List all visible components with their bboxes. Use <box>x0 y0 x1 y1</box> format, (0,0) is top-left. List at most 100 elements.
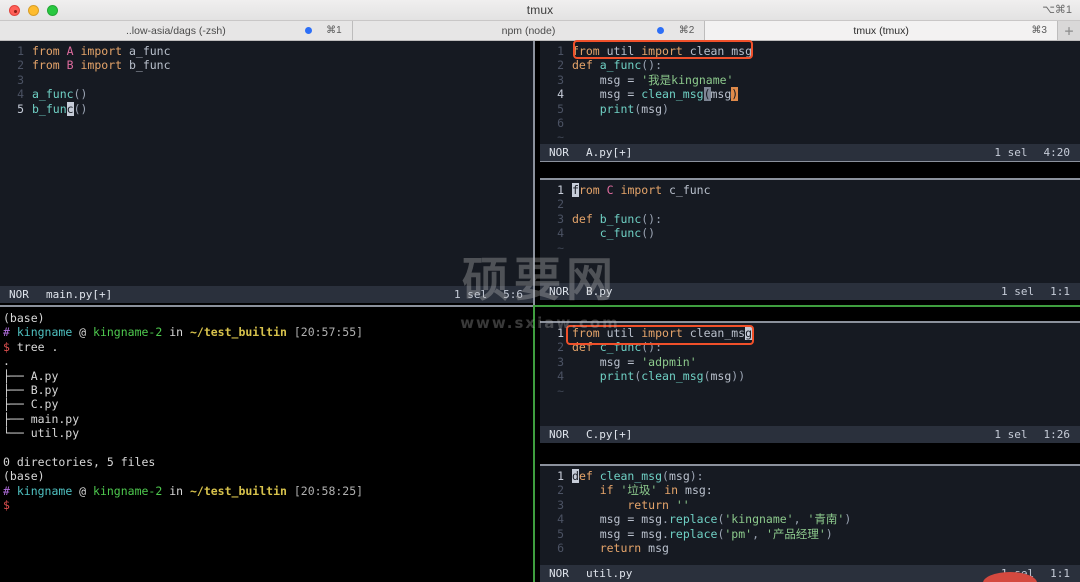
line-number: 2 <box>17 58 24 73</box>
terminal-token: └── util.py <box>3 426 80 441</box>
pane-divider-c-util[interactable] <box>540 464 1080 466</box>
code-line: 1 from util import clean_msg <box>540 326 1080 340</box>
code-line: 1 from util import clean_msg <box>540 44 1080 58</box>
code-token: ): <box>689 469 704 483</box>
pane-divider-horizontal-left[interactable] <box>0 305 534 307</box>
terminal-line: ├── main.py <box>3 412 533 426</box>
code-token: msg <box>648 541 669 556</box>
tab-bar: ..low-asia/dags (-zsh) ⌘1 npm (node) ⌘2 tmux… <box>0 21 1080 41</box>
editor-c-py[interactable]: 1 from util import clean_msg 2 def c_func()… <box>540 323 1080 398</box>
pane-divider-b-c[interactable] <box>540 321 1080 323</box>
pane-a-py[interactable]: 1 from util import clean_msg 2 def a_func()… <box>540 41 1080 161</box>
statusline-b-py: NOR B.py 1 sel 1:1 <box>540 283 1080 300</box>
file-name: B.py <box>586 285 613 298</box>
line-number: 2 <box>557 58 564 73</box>
code-line: 4 msg = msg.replace('kingname', '青南') <box>540 512 1080 526</box>
editor-b-py[interactable]: 1 from C import c_func 2 3 def b_func(): 4 c… <box>540 180 1080 255</box>
code-token: msg <box>641 101 663 116</box>
code-token: msg <box>668 469 690 483</box>
pane-main-py[interactable]: 1 from A import a_func 2 from B import b_fu… <box>0 41 533 303</box>
code-token: ) <box>731 87 739 102</box>
code-token: ( <box>703 87 711 102</box>
selection-count: 1 sel <box>1001 285 1035 298</box>
code-token: c_func <box>572 226 642 241</box>
code-token: import <box>641 326 683 340</box>
line-number: 6 <box>557 116 564 131</box>
code-token: = <box>627 87 642 102</box>
line-number: 1 <box>557 469 564 483</box>
code-token: = <box>627 526 642 541</box>
code-line: ~ <box>540 130 1080 144</box>
code-token: (): <box>641 58 663 73</box>
tab-1[interactable]: ..low-asia/dags (-zsh) ⌘1 <box>0 21 353 40</box>
line-number: ~ <box>557 383 564 398</box>
pane-util-py[interactable]: 1 def clean_msg(msg): 2 if '垃圾' in msg: 3 r… <box>540 466 1080 582</box>
terminal-token: (base) <box>3 469 45 484</box>
code-token: '垃圾' <box>620 483 665 498</box>
file-name: main.py[+] <box>46 288 113 301</box>
code-token: . <box>662 512 669 527</box>
pane-divider-ab-gap[interactable] <box>540 178 1080 180</box>
code-line: 4 msg = clean_msg(msg) <box>540 87 1080 102</box>
code-token: clean_msg <box>641 87 704 102</box>
code-token: = <box>627 354 642 369</box>
pane-divider-active-horizontal[interactable] <box>534 305 1080 307</box>
terminal-line: # kingname @ kingname-2 in ~/test_builti… <box>3 484 533 498</box>
line-number: 4 <box>557 226 564 241</box>
code-line: 6 return msg <box>540 541 1080 555</box>
editor-a-py[interactable]: 1 from util import clean_msg 2 def a_func()… <box>540 41 1080 145</box>
code-token: msg <box>572 72 628 87</box>
pane-terminal[interactable]: (base) # kingname @ kingname-2 in ~/test_… <box>0 307 533 582</box>
code-line: 2 def c_func(): <box>540 340 1080 354</box>
terminal-token: kingname <box>16 483 73 498</box>
pane-divider-vertical-top[interactable] <box>533 41 535 305</box>
line-number: 4 <box>557 87 564 102</box>
code-token: a_func <box>599 58 642 73</box>
vim-mode: NOR <box>549 428 569 441</box>
tab-3[interactable]: tmux (tmux) ⌘3 <box>705 21 1058 40</box>
terminal-line: $ tree . <box>3 340 533 354</box>
line-number: 6 <box>557 541 564 556</box>
code-token: () <box>73 101 88 116</box>
pane-container: 1 from A import a_func 2 from B import b_fu… <box>0 40 1080 582</box>
terminal-token: in <box>162 325 190 340</box>
code-token: a_func <box>122 44 171 58</box>
pane-divider-active-vertical[interactable] <box>533 305 535 582</box>
terminal-token: kingname-2 <box>93 483 163 498</box>
window-titlebar: tmux ⌥⌘1 <box>0 0 1080 21</box>
new-tab-button[interactable]: + <box>1057 21 1080 40</box>
code-token: replace <box>668 512 718 527</box>
code-line: 2 <box>540 197 1080 211</box>
code-token: import <box>641 44 683 58</box>
editor-util-py[interactable]: 1 def clean_msg(msg): 2 if '垃圾' in msg: 3 r… <box>540 466 1080 555</box>
editor-main-py[interactable]: 1 from A import a_func 2 from B import b_fu… <box>0 41 533 116</box>
terminal-token: ├── A.py <box>3 368 59 383</box>
tab-2[interactable]: npm (node) ⌘2 <box>352 21 706 40</box>
code-token: b_fun <box>32 101 67 116</box>
line-number: ~ <box>557 130 564 145</box>
pane-divider-a-b[interactable] <box>540 161 1080 162</box>
pane-b-py[interactable]: 1 from C import c_func 2 3 def b_func(): 4 c… <box>540 180 1080 300</box>
code-line: 3 msg = 'adpmin' <box>540 355 1080 369</box>
cursor-position: 4:20 <box>1043 146 1071 159</box>
code-token: ) <box>844 512 852 527</box>
line-number: 3 <box>557 72 564 87</box>
tmux-window: tmux ⌥⌘1 ..low-asia/dags (-zsh) ⌘1 npm (no… <box>0 0 1080 582</box>
code-token: 'kingname' <box>724 512 794 527</box>
code-line: 1 from A import a_func <box>0 44 533 58</box>
pane-c-py[interactable]: 1 from util import clean_msg 2 def c_func()… <box>540 323 1080 443</box>
code-line: 3 msg = '我是kingname' <box>540 73 1080 87</box>
line-number: 3 <box>557 211 564 226</box>
code-token: ( <box>703 369 711 384</box>
code-token: ) <box>825 526 833 541</box>
code-token: msg <box>572 526 628 541</box>
code-token: from <box>572 326 607 340</box>
code-token: . <box>662 526 669 541</box>
terminal-token: (base) <box>3 311 45 325</box>
code-token: ( <box>662 469 669 483</box>
code-line: ~ <box>540 384 1080 398</box>
code-token: = <box>627 72 642 87</box>
code-line: 2 def a_func(): <box>540 58 1080 72</box>
code-token: import <box>80 58 123 73</box>
